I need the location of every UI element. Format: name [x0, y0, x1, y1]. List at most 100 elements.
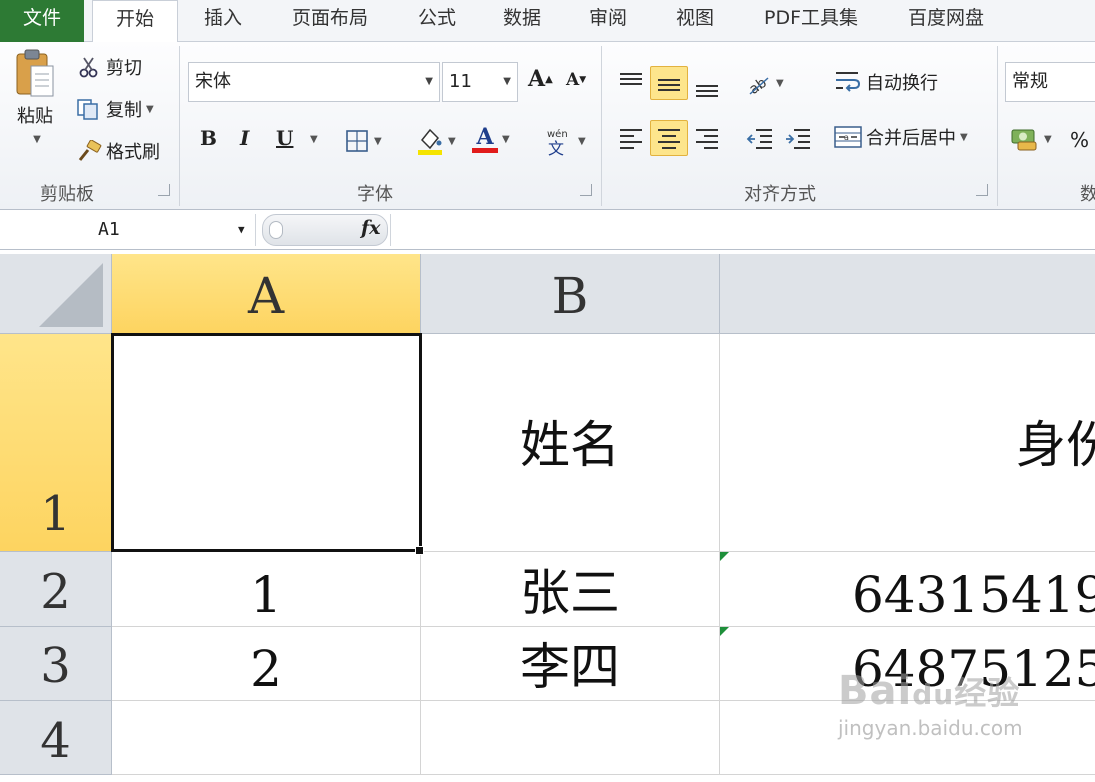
name-box[interactable]: A1 ▼	[0, 214, 256, 246]
wrap-text-label: 自动换行	[866, 73, 938, 94]
cell-b4[interactable]	[421, 701, 720, 775]
clipboard-dialog-launcher-icon[interactable]	[158, 184, 170, 196]
currency-button[interactable]: ▼	[1010, 126, 1052, 152]
tab-baidu-netdisk[interactable]: 百度网盘	[900, 0, 992, 42]
phonetic-icon: wén 文	[547, 128, 568, 156]
underline-button[interactable]: U	[276, 126, 293, 150]
paste-dropdown-icon[interactable]: ▼	[33, 134, 41, 145]
row-header-4[interactable]: 4	[0, 701, 112, 775]
merge-center-button[interactable]: a 合并后居中 ▼	[834, 124, 968, 150]
column-header-b[interactable]: B	[421, 254, 720, 334]
row-header-1[interactable]: 1	[0, 334, 112, 552]
fill-color-dropdown-icon[interactable]: ▼	[448, 136, 456, 147]
wrap-text-button[interactable]: 自动换行	[834, 68, 938, 96]
orientation-button[interactable]: ab ▼	[746, 70, 784, 96]
align-right-icon[interactable]	[694, 126, 720, 152]
shrink-font-button[interactable]: A ▼	[566, 70, 586, 90]
increase-indent-icon[interactable]	[784, 126, 812, 152]
copy-label: 复制	[106, 100, 142, 121]
font-dialog-launcher-icon[interactable]	[580, 184, 592, 196]
font-color-button[interactable]: A ▼	[472, 126, 510, 153]
resize-handle-icon[interactable]	[269, 221, 283, 239]
currency-dropdown-icon[interactable]: ▼	[1044, 134, 1052, 145]
formula-bar: A1 ▼ fx	[0, 210, 1095, 250]
grow-font-button[interactable]: A ▲	[528, 66, 553, 92]
group-divider	[601, 46, 602, 206]
bold-button[interactable]: B	[200, 126, 217, 150]
tab-file[interactable]: 文件	[0, 0, 84, 42]
cell-a3[interactable]: 2	[112, 627, 421, 701]
fill-color-icon	[418, 128, 442, 155]
merge-center-label: 合并后居中	[866, 128, 956, 149]
copy-button[interactable]: 复制 ▼	[76, 96, 154, 122]
percent-label: %	[1070, 128, 1090, 152]
align-center-icon[interactable]	[656, 126, 682, 152]
cell-b2[interactable]: 张三	[421, 552, 720, 627]
format-painter-button[interactable]: 格式刷	[76, 138, 160, 164]
cut-label: 剪切	[106, 58, 142, 79]
tab-review[interactable]: 审阅	[583, 0, 633, 42]
watermark-suffix: 经验	[954, 674, 1021, 712]
tab-insert[interactable]: 插入	[198, 0, 248, 42]
select-all-triangle-icon	[39, 263, 103, 327]
paste-button[interactable]: 粘贴 ▼	[10, 48, 60, 145]
group-divider	[179, 46, 180, 206]
tab-view[interactable]: 视图	[670, 0, 720, 42]
cell-b1[interactable]: 姓名	[421, 334, 720, 552]
cell-c1[interactable]: 身份	[720, 334, 1095, 552]
font-color-dropdown-icon[interactable]: ▼	[502, 134, 510, 145]
align-middle-icon[interactable]	[656, 72, 682, 98]
watermark-url: jingyan.baidu.com	[838, 716, 1023, 740]
phonetic-button[interactable]: wén 文 ▼	[544, 126, 586, 156]
insert-function-button[interactable]: fx	[361, 217, 381, 239]
grow-font-glyph: A	[528, 66, 546, 92]
border-button[interactable]: ▼	[344, 128, 382, 154]
group-divider	[997, 46, 998, 206]
number-group-label: 数	[1080, 184, 1095, 205]
decrease-indent-icon[interactable]	[746, 126, 774, 152]
tab-page-layout[interactable]: 页面布局	[285, 0, 375, 42]
font-name-combo[interactable]: 宋体 ▼	[188, 62, 440, 102]
align-top-icon[interactable]	[618, 70, 644, 96]
italic-button[interactable]: I	[240, 126, 249, 150]
tab-data[interactable]: 数据	[497, 0, 547, 42]
fill-handle[interactable]	[415, 546, 424, 555]
underline-dropdown-icon[interactable]: ▼	[310, 134, 318, 145]
copy-dropdown-icon[interactable]: ▼	[146, 104, 154, 115]
cell-c2[interactable]: 64315419	[720, 552, 1095, 627]
row-header-3[interactable]: 3	[0, 627, 112, 701]
tab-pdf-tools[interactable]: PDF工具集	[756, 0, 866, 42]
chevron-down-icon: ▼	[503, 76, 511, 87]
fill-color-button[interactable]: ▼	[416, 126, 456, 156]
cell-a1[interactable]	[112, 334, 421, 552]
shrink-font-glyph: A	[566, 70, 580, 90]
number-format-value: 常规	[1012, 71, 1048, 92]
row-header-2[interactable]: 2	[0, 552, 112, 627]
orientation-dropdown-icon[interactable]: ▼	[776, 78, 784, 89]
number-format-combo[interactable]: 常规	[1005, 62, 1095, 102]
cell-a4[interactable]	[112, 701, 421, 775]
ribbon-tab-bar: 文件 开始 插入 页面布局 公式 数据 审阅 视图 PDF工具集 百度网盘	[0, 0, 1095, 43]
tab-home[interactable]: 开始	[92, 0, 178, 43]
select-all-button[interactable]	[0, 254, 112, 334]
align-bottom-icon[interactable]	[694, 74, 720, 100]
column-header-a[interactable]: A	[112, 254, 421, 334]
clipboard-group-label: 剪贴板	[40, 184, 94, 205]
column-header-c[interactable]	[720, 254, 1095, 334]
phonetic-dropdown-icon[interactable]: ▼	[578, 136, 586, 147]
cell-a2[interactable]: 1	[112, 552, 421, 627]
cut-button[interactable]: 剪切	[78, 54, 142, 80]
formula-input[interactable]	[390, 214, 1095, 246]
alignment-dialog-launcher-icon[interactable]	[976, 184, 988, 196]
percent-button[interactable]: %	[1070, 128, 1089, 152]
merge-dropdown-icon[interactable]: ▼	[960, 132, 968, 143]
border-dropdown-icon[interactable]: ▼	[374, 136, 382, 147]
font-size-combo[interactable]: 11 ▼	[442, 62, 518, 102]
tab-formulas[interactable]: 公式	[412, 0, 462, 42]
cell-b3[interactable]: 李四	[421, 627, 720, 701]
chevron-down-icon[interactable]: ▼	[238, 214, 245, 246]
border-icon	[346, 130, 368, 152]
watermark-logo: Baidu经验	[838, 668, 1023, 714]
align-left-icon[interactable]	[618, 126, 644, 152]
currency-icon	[1011, 129, 1037, 151]
